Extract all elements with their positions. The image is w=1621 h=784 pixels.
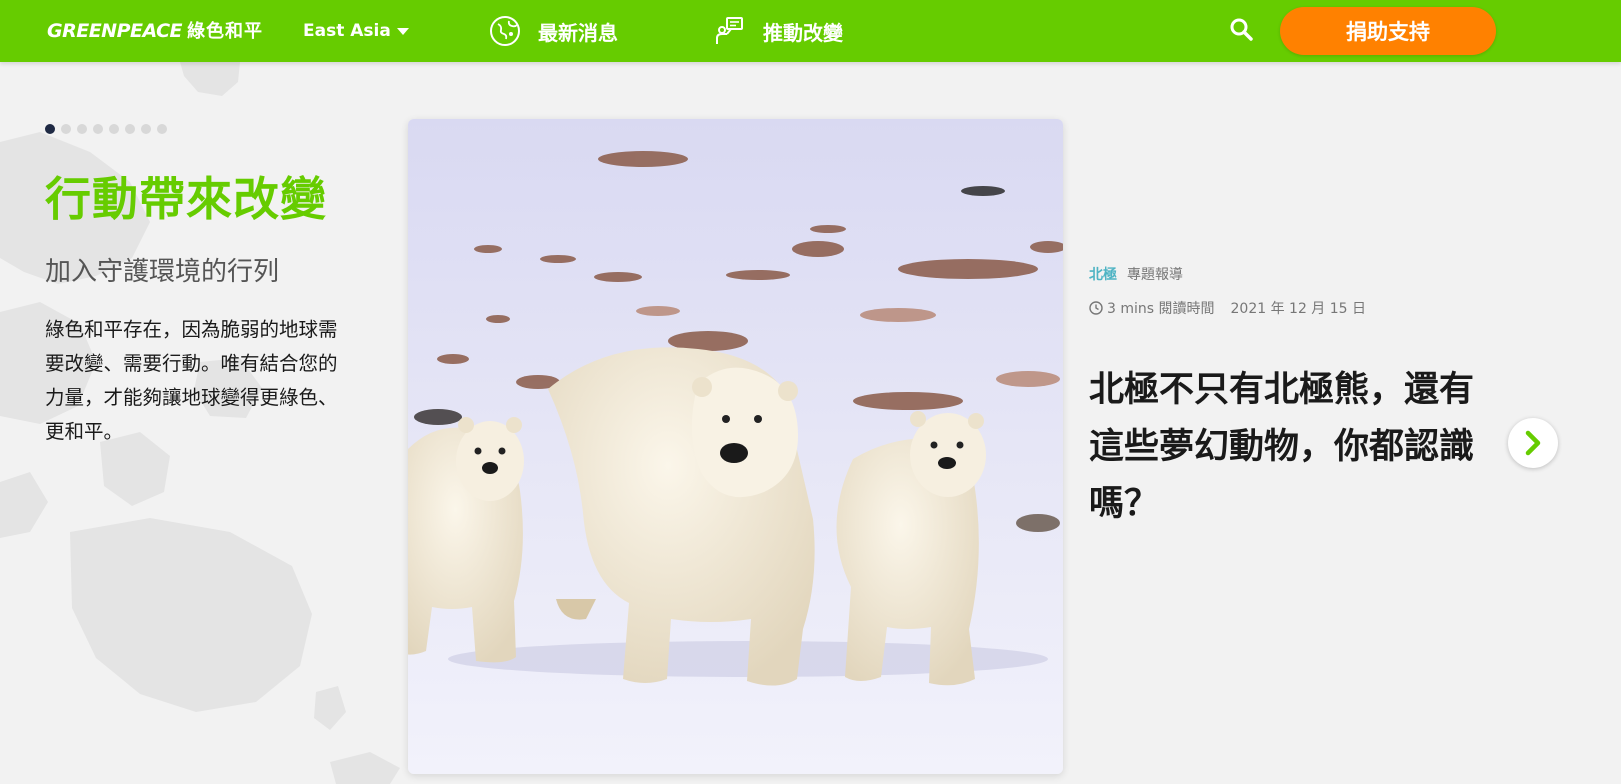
publish-date: 2021 年 12 月 15 日 [1230,301,1367,317]
carousel-dot[interactable] [77,124,87,134]
tag-feature-story[interactable]: 專題報導 [1127,267,1183,283]
greenpeace-logo[interactable]: GREENPEACE 綠色和平 [47,17,263,43]
nav-make-change[interactable]: 推動改變 [713,14,843,48]
carousel-next-button[interactable] [1508,418,1558,468]
globe-icon [488,14,522,48]
hero-title: 行動帶來改變 [45,172,327,226]
article-tags: 北極 專題報導 [1089,264,1183,284]
logo-text: GREENPEACE [47,20,183,42]
nav-latest-news[interactable]: 最新消息 [488,14,618,48]
read-time: 3 mins 閱讀時間 [1107,301,1215,317]
carousel-dot[interactable] [125,124,135,134]
carousel-dot[interactable] [109,124,119,134]
clock-icon [1089,301,1103,315]
search-icon [1230,18,1253,41]
search-button[interactable] [1228,16,1256,44]
hero-subtitle: 加入守護環境的行列 [45,257,280,287]
nav-latest-news-label: 最新消息 [538,20,618,45]
nav-make-change-label: 推動改變 [763,20,843,45]
logo-chinese-text: 綠色和平 [187,21,264,42]
megaphone-icon [713,14,747,48]
top-navigation-bar: GREENPEACE 綠色和平 East Asia 最新消息 推動改變 捐助支持 [0,0,1621,62]
caret-down-icon [396,27,409,35]
region-label: East Asia [303,21,391,41]
carousel-pagination [45,124,167,134]
article-title[interactable]: 北極不只有北極熊，還有這些夢幻動物，你都認識嗎？ [1089,362,1479,533]
region-selector[interactable]: East Asia [303,20,409,42]
carousel-dot[interactable] [45,124,55,134]
hero-body: 綠色和平存在，因為脆弱的地球需要改變、需要行動。唯有結合您的力量，才能夠讓地球變… [45,318,338,443]
tag-arctic[interactable]: 北極 [1089,267,1117,283]
carousel-dot[interactable] [93,124,103,134]
article-photo[interactable] [408,119,1063,774]
carousel-dot[interactable] [157,124,167,134]
carousel-dot[interactable] [61,124,71,134]
chevron-right-icon [1525,430,1541,456]
carousel-dot[interactable] [141,124,151,134]
article-meta: 3 mins 閱讀時間 2021 年 12 月 15 日 [1089,298,1366,318]
donate-button[interactable]: 捐助支持 [1280,7,1496,55]
